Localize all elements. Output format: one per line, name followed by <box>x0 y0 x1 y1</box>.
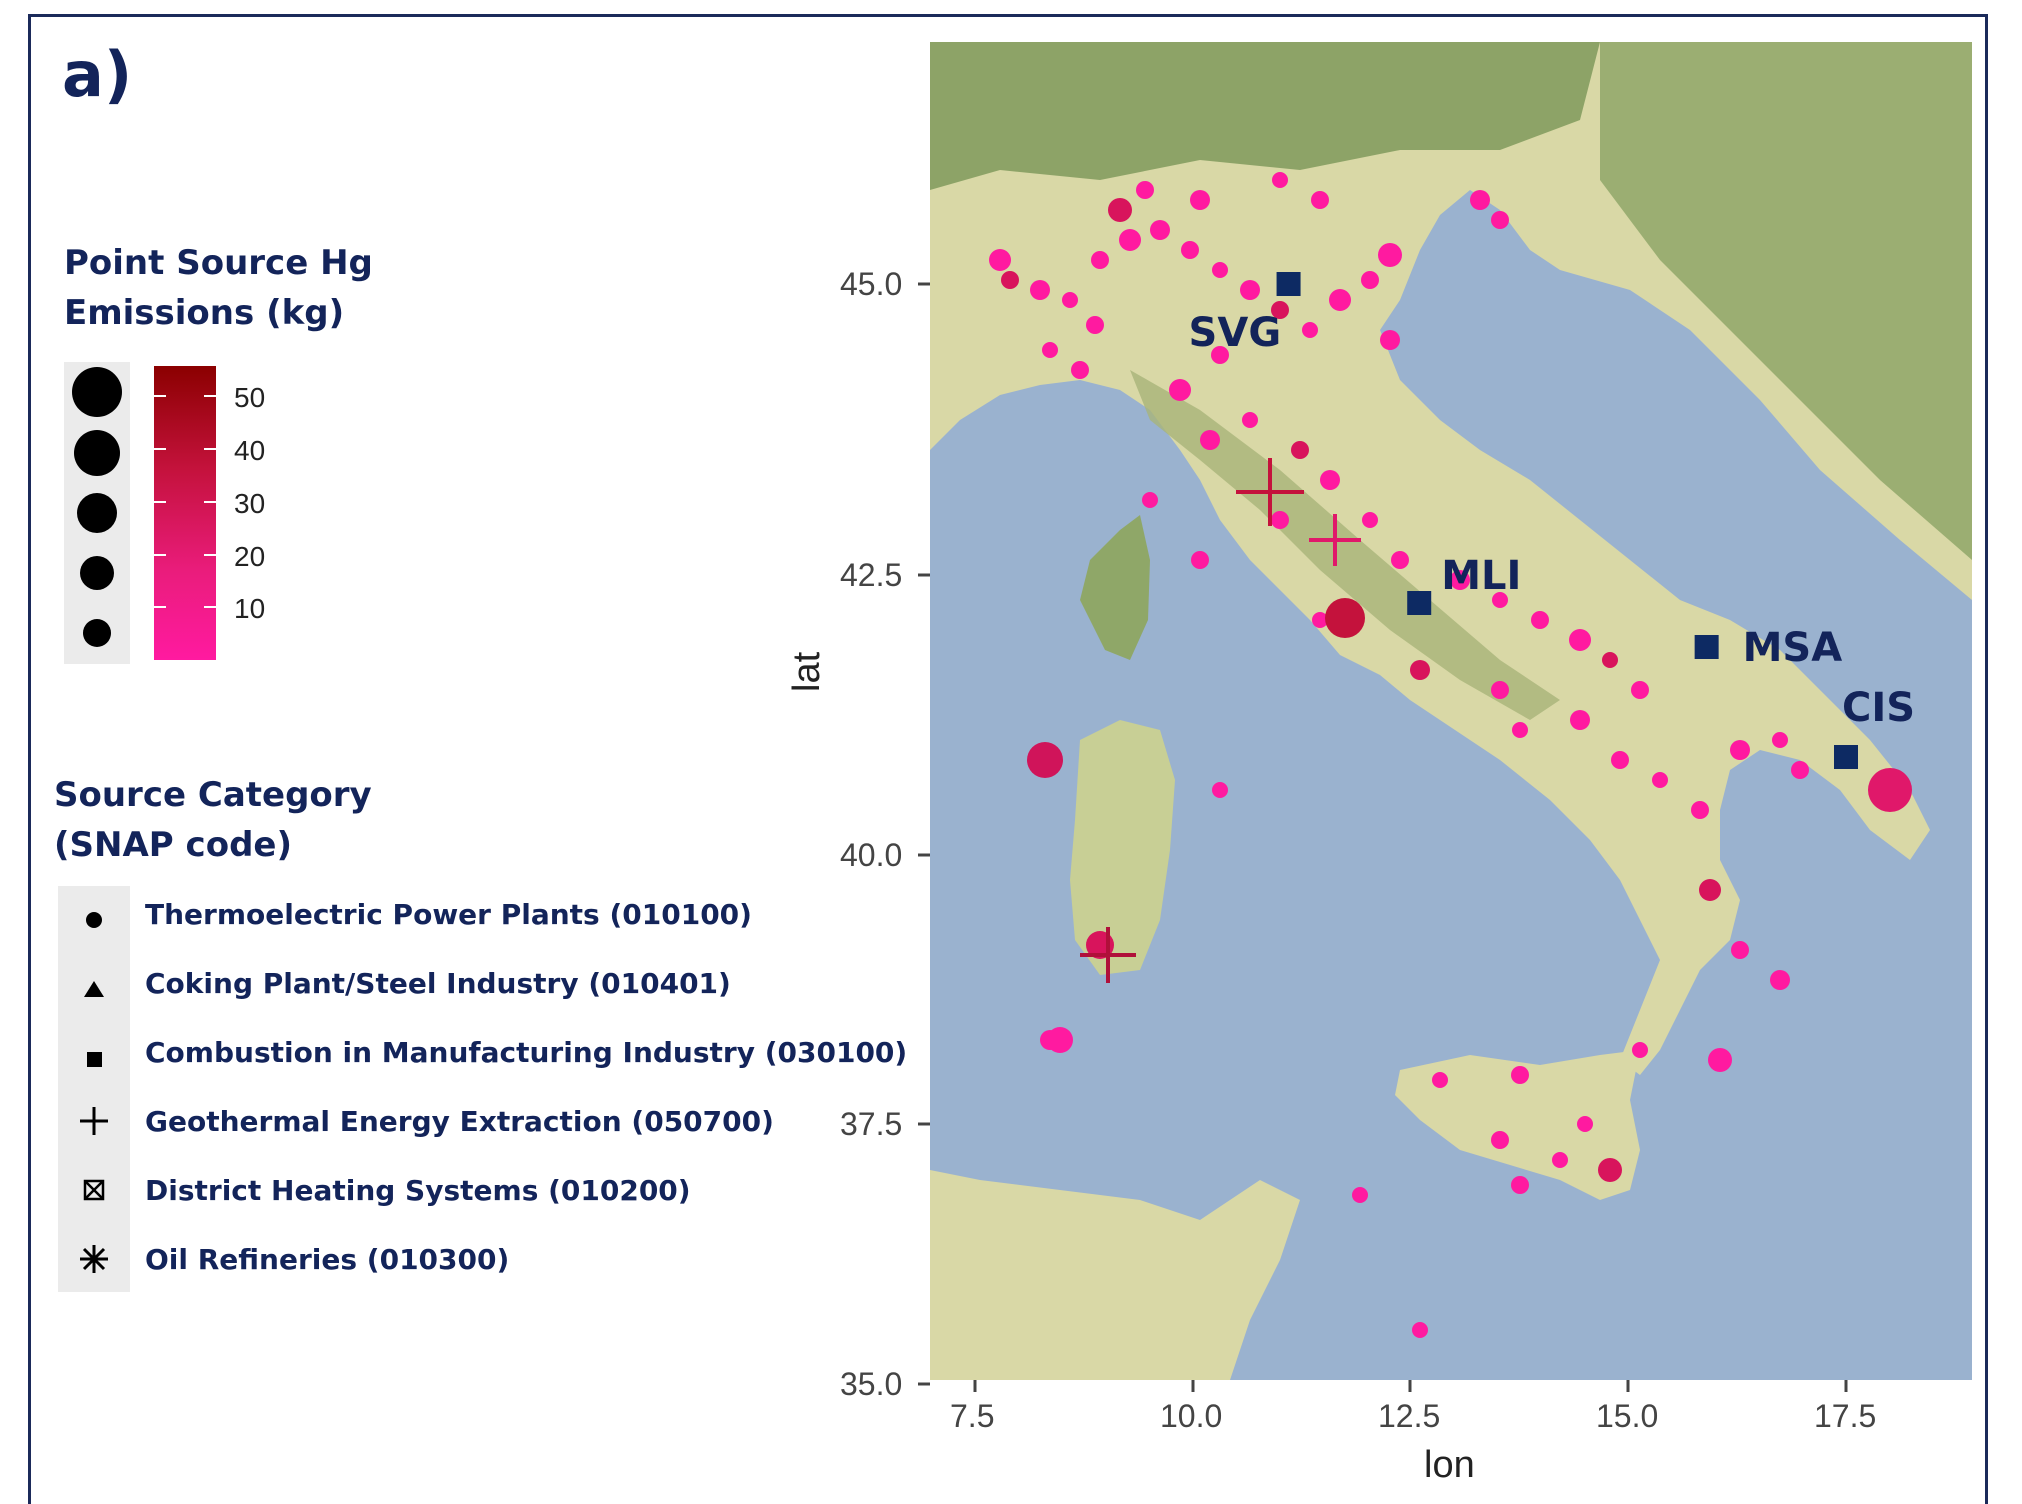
emission-point <box>1212 262 1228 278</box>
emission-point <box>1512 722 1528 738</box>
emission-point <box>1352 1187 1368 1203</box>
x-tick-17-5: 17.5 <box>1814 1398 1877 1434</box>
emission-point <box>1632 1042 1648 1058</box>
emission-point <box>1311 191 1329 209</box>
x-tick-15: 15.0 <box>1596 1398 1659 1434</box>
emission-point <box>1511 1066 1529 1084</box>
station-label-mli: MLI <box>1441 553 1521 599</box>
x-tick-10: 10.0 <box>1160 1398 1223 1434</box>
emission-point <box>1181 241 1199 259</box>
emission-point <box>1708 1048 1732 1072</box>
emission-point <box>1119 229 1141 251</box>
station-label-cis: CIS <box>1842 685 1915 731</box>
emission-point <box>1142 492 1158 508</box>
emission-point <box>1361 271 1379 289</box>
x-tick-7-5: 7.5 <box>950 1398 995 1434</box>
emission-point <box>1491 1131 1509 1149</box>
station-marker-mli <box>1407 591 1432 615</box>
emission-point <box>1791 761 1809 779</box>
map-panel: SVG MLI MSA CIS <box>930 42 1972 1380</box>
emission-point <box>1062 292 1078 308</box>
emission-point <box>1040 1030 1060 1050</box>
emission-point <box>1042 342 1058 358</box>
emission-point <box>1378 243 1402 267</box>
emission-point <box>1552 1152 1568 1168</box>
emission-point <box>1602 652 1618 668</box>
station-marker-svg <box>1276 272 1301 296</box>
y-tick-42-5: 42.5 <box>840 557 903 593</box>
emission-point <box>1410 660 1430 680</box>
emission-point <box>1071 361 1089 379</box>
station-label-msa: MSA <box>1743 625 1843 671</box>
emission-point <box>1001 271 1019 289</box>
emission-point <box>1272 172 1288 188</box>
emission-point <box>1086 316 1104 334</box>
emission-point <box>1191 551 1209 569</box>
y-tick-35: 35.0 <box>840 1366 903 1402</box>
emission-point <box>1470 190 1490 210</box>
emission-point <box>1770 970 1790 990</box>
emission-point <box>1240 280 1260 300</box>
emission-point <box>1212 782 1228 798</box>
map-canvas: SVG MLI MSA CIS <box>918 42 1972 1392</box>
emission-point-large <box>1325 598 1365 638</box>
emission-point <box>1531 611 1549 629</box>
emission-point <box>1380 330 1400 350</box>
x-axis-title: lon <box>1424 1444 1475 1486</box>
emission-point-large <box>1868 768 1912 812</box>
station-marker-msa <box>1694 635 1719 659</box>
emission-point <box>1631 681 1649 699</box>
emission-point <box>1772 732 1788 748</box>
emission-point <box>1291 441 1309 459</box>
y-tick-37-5: 37.5 <box>840 1106 903 1142</box>
emission-point <box>1242 412 1258 428</box>
x-tick-12-5: 12.5 <box>1378 1398 1441 1434</box>
y-axis-title: lat <box>786 651 828 692</box>
emission-point-large <box>1027 742 1063 778</box>
emission-point <box>1731 941 1749 959</box>
emission-point <box>1190 190 1210 210</box>
emission-point <box>1150 220 1170 240</box>
emission-point <box>1691 801 1709 819</box>
emission-point <box>1320 470 1340 490</box>
emission-point <box>1091 251 1109 269</box>
emission-point <box>1302 322 1318 338</box>
y-tick-40: 40.0 <box>840 837 903 873</box>
emission-point <box>1598 1158 1622 1182</box>
emission-point <box>1511 1176 1529 1194</box>
emission-point <box>1169 379 1191 401</box>
emission-point <box>1652 772 1668 788</box>
emission-point <box>1577 1116 1593 1132</box>
station-label-svg: SVG <box>1189 310 1282 356</box>
emission-point <box>1491 681 1509 699</box>
emission-point <box>1611 751 1629 769</box>
station-marker-cis <box>1834 745 1858 769</box>
emission-point <box>1136 181 1154 199</box>
emission-point <box>1491 211 1509 229</box>
emission-point <box>1030 280 1050 300</box>
emission-point <box>1412 1322 1428 1338</box>
emission-point <box>1699 879 1721 901</box>
y-tick-45: 45.0 <box>840 266 903 302</box>
emission-point <box>1391 551 1409 569</box>
emission-point <box>1569 629 1591 651</box>
emission-point <box>1271 511 1289 529</box>
emission-point <box>1432 1072 1448 1088</box>
emission-point <box>1108 198 1132 222</box>
emission-point <box>989 249 1011 271</box>
emission-point <box>1329 289 1351 311</box>
emission-point <box>1570 710 1590 730</box>
emission-point <box>1200 430 1220 450</box>
emission-point <box>1362 512 1378 528</box>
emission-point <box>1730 740 1750 760</box>
